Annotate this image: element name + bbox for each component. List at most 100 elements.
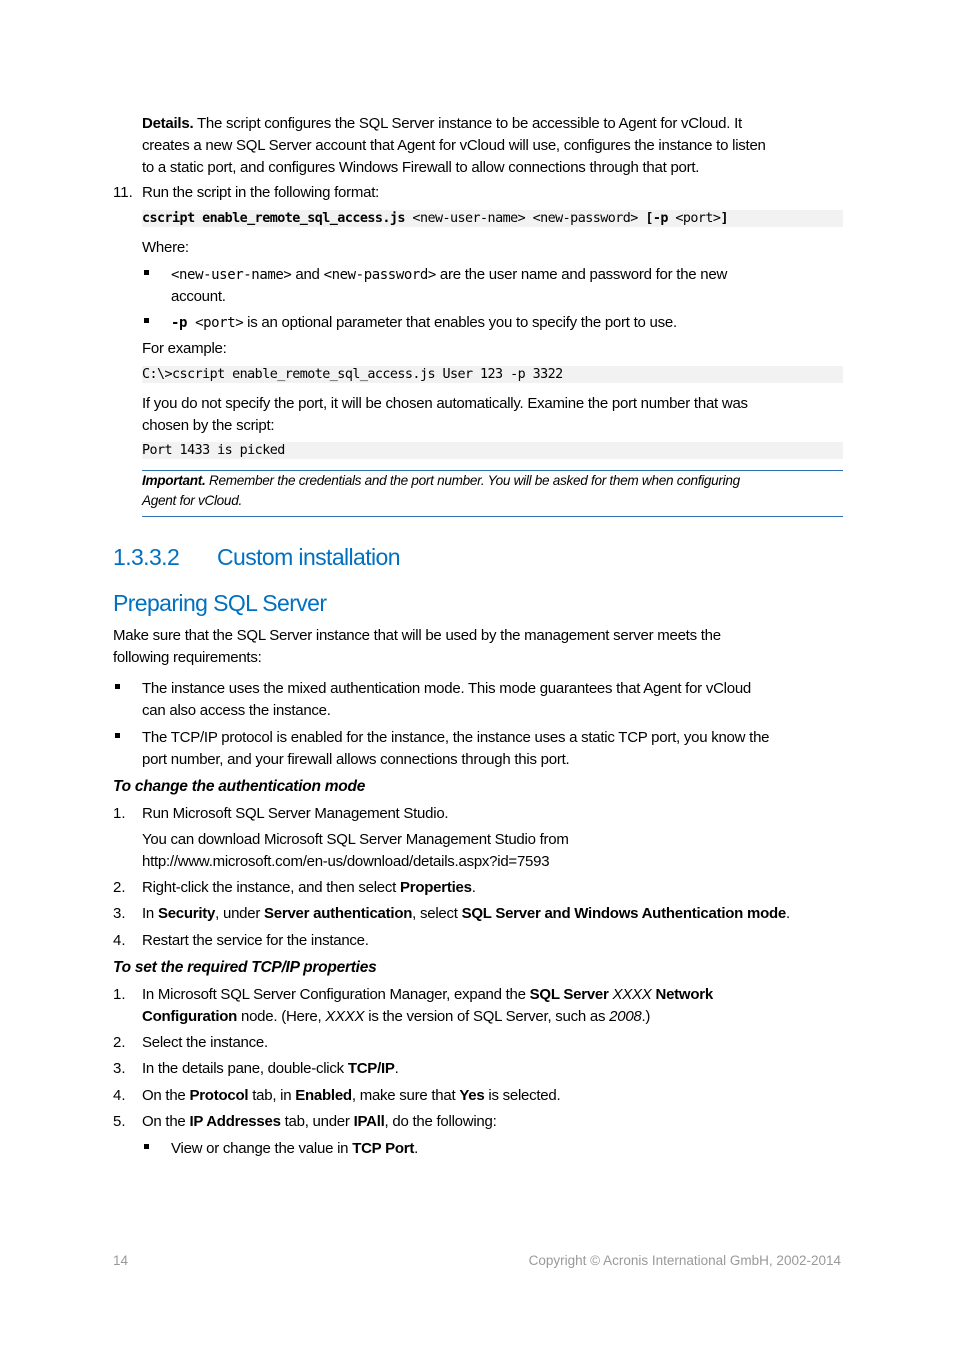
step-text: . xyxy=(786,905,790,922)
ui-term-tcp-ip: TCP/IP xyxy=(347,1060,395,1077)
ui-term-sql-server: SQL Server xyxy=(529,986,609,1003)
ui-term-configuration: Configuration xyxy=(142,1008,238,1025)
code-args: <new-user-name> <new-password> xyxy=(404,211,646,226)
bullet-icon xyxy=(144,270,149,275)
step-text: , under xyxy=(215,905,265,922)
requirement-item: The instance uses the mixed authenticati… xyxy=(142,678,854,722)
step-number: 4. xyxy=(113,932,126,949)
download-note: You can download Microsoft SQL Server Ma… xyxy=(142,831,569,848)
bullet-text: is an optional parameter that enables yo… xyxy=(243,314,677,331)
step-text: . xyxy=(394,1060,399,1077)
where-bullet-2: -p <port> is an optional parameter that … xyxy=(171,312,851,334)
document-page: Details. The script configures the SQL S… xyxy=(0,0,954,1349)
tcp-step-4: On the Protocol tab, in Enabled, make su… xyxy=(142,1085,561,1107)
requirement-line-2: port number, and your firewall allows co… xyxy=(142,751,570,768)
section-number: 1.3.3.2 xyxy=(113,544,180,570)
code-block-format: cscript enable_remote_sql_access.js <new… xyxy=(142,210,843,227)
ui-term-auth-mode: SQL Server and Windows Authentication mo… xyxy=(461,905,787,922)
step-text: In the details pane, double-click xyxy=(142,1060,348,1077)
step-number: 3. xyxy=(113,905,126,922)
details-line-3: to a static port, and configures Windows… xyxy=(142,159,700,176)
details-line-1: The script configures the SQL Server ins… xyxy=(193,115,742,132)
step-text: On the xyxy=(142,1087,190,1104)
step-text: . xyxy=(414,1140,419,1157)
tcp-step-2: Select the instance. xyxy=(142,1034,268,1051)
ui-term-protocol: Protocol xyxy=(189,1087,249,1104)
note-bottom-rule xyxy=(142,516,843,517)
note-line-2: Agent for vCloud. xyxy=(142,493,242,508)
step-11-text: Run the script in the following format: xyxy=(142,184,380,201)
tcp-step-1: In Microsoft SQL Server Configuration Ma… xyxy=(142,984,854,1028)
step-text: .) xyxy=(641,1008,651,1025)
auth-step-1-text: Run Microsoft SQL Server Management Stud… xyxy=(142,805,449,822)
step-number: 4. xyxy=(113,1087,126,1104)
section-title: Custom installation xyxy=(217,544,401,570)
requirement-line-1: The TCP/IP protocol is enabled for the i… xyxy=(142,729,770,746)
step-number: 1. xyxy=(113,986,126,1003)
step-text: tab, in xyxy=(248,1087,296,1104)
step-number: 2. xyxy=(113,879,126,896)
auth-step-2: Right-click the instance, and then selec… xyxy=(142,877,476,899)
step-text: On the xyxy=(142,1113,190,1130)
inline-code-p-flag: -p xyxy=(171,315,188,331)
step-text: tab, under xyxy=(280,1113,354,1130)
where-label: Where: xyxy=(142,239,189,256)
step-text: View or change the value in xyxy=(171,1140,353,1157)
intro-paragraph: Make sure that the SQL Server instance t… xyxy=(113,625,853,669)
placeholder-version: XXXX xyxy=(608,986,652,1003)
code-port-arg: <port> xyxy=(667,211,721,226)
auth-step-3: In Security, under Server authentication… xyxy=(142,903,790,925)
subsection-title: Preparing SQL Server xyxy=(113,590,327,616)
step-number: 2. xyxy=(113,1034,126,1051)
procedure-tcp-title: To set the required TCP/IP properties xyxy=(113,959,377,976)
tcp-step-5: On the IP Addresses tab, under IPAll, do… xyxy=(142,1111,497,1133)
download-url: http://www.microsoft.com/en-us/download/… xyxy=(142,853,550,870)
bullet-icon xyxy=(115,684,120,689)
bullet-text: and xyxy=(291,266,324,283)
auto-port-line-1: If you do not specify the port, it will … xyxy=(142,395,748,412)
inline-code-password: <new-password> xyxy=(323,267,437,283)
inline-code-port: <port> xyxy=(187,315,244,331)
intro-line-2: following requirements: xyxy=(113,649,262,666)
auth-step-1: Run Microsoft SQL Server Management Stud… xyxy=(142,803,854,873)
where-bullet-1: <new-user-name> and <new-password> are t… xyxy=(171,264,851,308)
bullet-text-line-2: account. xyxy=(171,288,226,305)
step-number: 3. xyxy=(113,1060,126,1077)
ui-term-yes: Yes xyxy=(459,1087,485,1104)
auto-port-line-2: chosen by the script: xyxy=(142,417,275,434)
step-number: 11. xyxy=(113,184,133,201)
auto-port-paragraph: If you do not specify the port, it will … xyxy=(142,393,852,437)
details-label: Details. xyxy=(142,115,194,132)
ui-term-tcp-port: TCP Port xyxy=(352,1140,415,1157)
example-label: For example: xyxy=(142,340,227,357)
code-option-open: [-p xyxy=(645,211,668,226)
auth-step-4: Restart the service for the instance. xyxy=(142,932,369,949)
step-text: , select xyxy=(412,905,462,922)
step-text: is selected. xyxy=(484,1087,561,1104)
intro-line-1: Make sure that the SQL Server instance t… xyxy=(113,627,721,644)
placeholder-version: XXXX xyxy=(325,1008,365,1025)
requirement-line-1: The instance uses the mixed authenticati… xyxy=(142,680,752,697)
code-block-output: Port 1433 is picked xyxy=(142,442,843,459)
bullet-icon xyxy=(115,733,120,738)
code-block-example: C:\>cscript enable_remote_sql_access.js … xyxy=(142,366,843,383)
tcp-step-3: In the details pane, double-click TCP/IP… xyxy=(142,1058,399,1080)
bullet-text: are the user name and password for the n… xyxy=(435,266,728,283)
requirement-item: The TCP/IP protocol is enabled for the i… xyxy=(142,727,854,771)
ui-term-ipall: IPAll xyxy=(353,1113,385,1130)
details-paragraph: Details. The script configures the SQL S… xyxy=(142,113,852,179)
code-command: cscript enable_remote_sql_access.js xyxy=(142,211,405,226)
ui-term-security: Security xyxy=(157,905,216,922)
ui-term-properties: Properties xyxy=(399,879,472,896)
step-text: In xyxy=(142,905,158,922)
ui-term-ip-addresses: IP Addresses xyxy=(189,1113,281,1130)
step-text: , make sure that xyxy=(351,1087,460,1104)
procedure-auth-title: To change the authentication mode xyxy=(113,778,366,795)
step-text: Right-click the instance, and then selec… xyxy=(142,879,400,896)
bullet-icon xyxy=(144,318,149,323)
details-line-2: creates a new SQL Server account that Ag… xyxy=(142,137,766,154)
step-text: node. (Here, xyxy=(237,1008,326,1025)
step-text: is the version of SQL Server, such as xyxy=(364,1008,610,1025)
step-text: , do the following: xyxy=(384,1113,497,1130)
requirement-line-2: can also access the instance. xyxy=(142,702,331,719)
